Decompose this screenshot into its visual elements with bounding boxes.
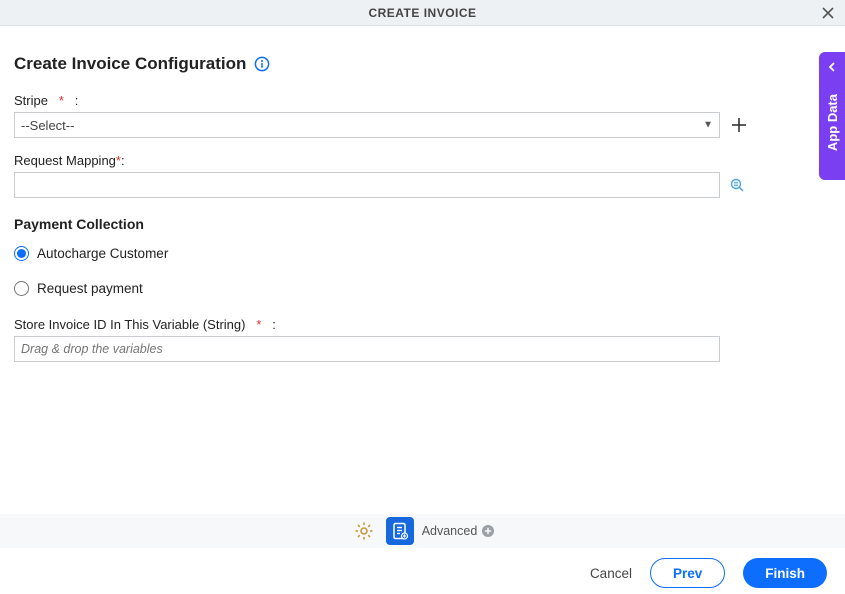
store-variable-field: Store Invoice ID In This Variable (Strin… [14,316,831,362]
request-mapping-row [14,172,831,198]
store-variable-label-text: Store Invoice ID In This Variable (Strin… [14,317,245,332]
search-data-icon [729,177,745,193]
request-payment-label[interactable]: Request payment [37,281,143,296]
colon: : [272,317,276,332]
stripe-selected-value: --Select-- [21,118,74,133]
prev-button[interactable]: Prev [650,558,725,588]
request-mapping-field: Request Mapping*: [14,152,831,198]
request-mapping-input[interactable] [14,172,720,198]
lookup-button[interactable] [728,176,746,194]
settings-button[interactable] [350,517,378,545]
advanced-toggle[interactable]: Advanced [422,524,496,538]
form-view-button[interactable] [386,517,414,545]
stripe-label: Stripe * : [14,93,78,108]
modal-footer: Cancel Prev Finish [0,552,845,594]
stripe-field: Stripe * : --Select-- ▼ [14,92,831,138]
app-data-panel-tab[interactable]: App Data [819,52,845,180]
request-mapping-label: Request Mapping*: [14,153,125,168]
info-icon[interactable] [254,56,270,72]
required-mark: * [256,317,261,332]
close-button[interactable] [819,4,837,22]
chevron-left-icon [826,60,838,78]
required-mark: * [59,93,64,108]
autocharge-radio[interactable] [14,246,29,261]
modal-title: CREATE INVOICE [368,6,476,20]
modal-header: CREATE INVOICE [0,0,845,26]
chevron-down-icon: ▼ [703,120,713,131]
cancel-button[interactable]: Cancel [590,566,632,581]
finish-button[interactable]: Finish [743,558,827,588]
document-plus-icon [390,521,410,541]
bottom-toolbar: Advanced [0,514,845,548]
store-variable-label: Store Invoice ID In This Variable (Strin… [14,317,276,332]
gear-icon [354,521,374,541]
colon: : [121,153,125,168]
app-data-label: App Data [825,94,840,151]
add-stripe-button[interactable] [728,114,750,136]
autocharge-label[interactable]: Autocharge Customer [37,246,168,261]
autocharge-option: Autocharge Customer [14,246,831,261]
advanced-label-text: Advanced [422,524,478,538]
plus-circle-icon [481,524,495,538]
stripe-select[interactable]: --Select-- ▼ [14,112,720,138]
modal-body: Create Invoice Configuration Stripe * : … [0,26,845,362]
request-payment-option: Request payment [14,281,831,296]
store-variable-input[interactable] [14,336,720,362]
page-title-row: Create Invoice Configuration [14,54,831,74]
plus-icon [730,116,748,134]
request-payment-radio[interactable] [14,281,29,296]
colon: : [75,93,79,108]
close-icon [821,6,835,20]
finish-label: Finish [765,566,805,581]
stripe-input-row: --Select-- ▼ [14,112,831,138]
stripe-label-text: Stripe [14,93,48,108]
prev-label: Prev [673,566,702,581]
page-title: Create Invoice Configuration [14,54,246,74]
request-mapping-label-text: Request Mapping [14,153,116,168]
payment-collection-heading: Payment Collection [14,216,831,232]
